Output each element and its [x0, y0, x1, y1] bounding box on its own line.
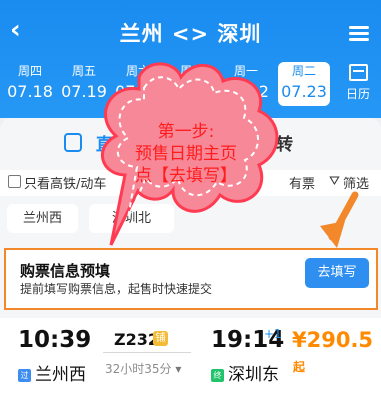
arrival-station-chip[interactable]: 深圳北 [89, 204, 174, 233]
tab-direct[interactable]: 直达 [64, 130, 130, 155]
high-speed-checkbox[interactable] [8, 175, 21, 188]
date-item[interactable]: 周六 07.20 [112, 62, 164, 101]
weekday: 周二 [291, 64, 316, 78]
tab-transfer-label: 中转 [259, 135, 293, 155]
berth-badge: 铺 [153, 331, 168, 346]
date-value: 07.20 [115, 82, 161, 101]
date-value: 07.22 [223, 82, 269, 101]
route-title: 兰州 <> 深圳 [119, 22, 262, 46]
price-value: ¥290.5 [292, 328, 374, 352]
date-value: 07.19 [61, 82, 107, 101]
annotation-text: 第一步: 预售日期主页 点【去填写】 [128, 121, 244, 187]
calendar-label: 日历 [345, 87, 370, 101]
ticket-price: ¥290.5 起 [292, 328, 381, 376]
weekday: 周日 [179, 64, 204, 78]
date-value: 07.21 [169, 82, 215, 101]
date-item[interactable]: 周四 07.18 [4, 62, 56, 101]
train-result-row[interactable]: 10:39 Z232 铺 19:14 +1 ¥290.5起 过兰州西 32小时3… [0, 318, 381, 395]
departure-station-chip[interactable]: 兰州西 [7, 204, 78, 233]
from-station: 过兰州西 [18, 360, 86, 385]
date-item[interactable]: 周五 07.19 [58, 62, 110, 101]
high-speed-filter-label[interactable]: 只看高铁/动车 [24, 173, 106, 192]
price-suffix: 起 [293, 360, 306, 374]
fill-info-button[interactable]: 去填写 [305, 258, 369, 288]
presale-info-card: 购票信息预填 提前填写购票信息，起售时快速提交 去填写 [4, 248, 378, 310]
station-chip-row: 兰州西 深圳北 [0, 201, 381, 241]
presale-info-title: 购票信息预填 [20, 262, 111, 280]
weekday: 周六 [125, 64, 150, 78]
date-item-selected[interactable]: 周二 07.23 [278, 62, 330, 106]
presale-info-subtitle: 提前填写购票信息，起售时快速提交 [20, 282, 213, 296]
date-value: 07.23 [281, 82, 327, 101]
tab-transfer[interactable]: 中转 [259, 130, 293, 155]
calendar-button[interactable]: 日历 [341, 62, 375, 102]
next-day-indicator: +1 [264, 327, 282, 341]
journey-line [103, 352, 191, 353]
date-strip: 周四 07.18 周五 07.19 周六 07.20 周日 07.21 周一 0… [0, 62, 381, 108]
journey-duration[interactable]: 32小时35分 [105, 360, 181, 377]
tab-direct-label: 直达 [95, 135, 130, 155]
annotation-action: 点【去填写】 [135, 166, 237, 186]
weekday: 周一 [233, 64, 258, 78]
filter-icon: ⛛ [329, 174, 340, 189]
annotation-step: 第一步: [157, 122, 215, 142]
filter-button[interactable]: 筛选 [343, 173, 369, 192]
available-ticket-filter[interactable]: 有票 [289, 173, 315, 192]
menu-icon[interactable] [349, 26, 369, 42]
date-value: 07.18 [7, 82, 53, 101]
departure-time: 10:39 [18, 327, 92, 353]
train-icon [64, 133, 82, 152]
pass-badge: 过 [18, 369, 31, 382]
terminal-badge: 终 [211, 369, 224, 382]
date-item[interactable]: 周日 07.21 [166, 62, 218, 101]
to-station-name: 深圳东 [228, 365, 279, 385]
weekday: 周五 [71, 64, 96, 78]
date-item[interactable]: 周一 07.22 [220, 62, 272, 101]
to-station: 终深圳东 [211, 360, 279, 385]
calendar-icon [348, 64, 368, 81]
weekday: 周四 [17, 64, 42, 78]
annotation-page: 预售日期主页 [135, 144, 237, 164]
from-station-name: 兰州西 [35, 365, 86, 385]
